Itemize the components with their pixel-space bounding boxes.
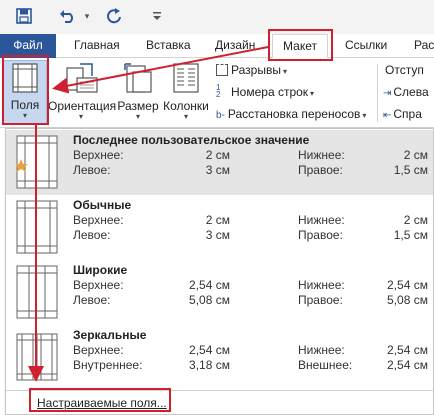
redo-icon[interactable] [105,6,125,26]
indent-right-icon: ⇤ [383,110,392,121]
breaks-chevron-down-icon: ▾ [282,67,287,76]
top-value: 2,54 см [189,278,230,292]
top-label: Верхнее: [73,278,124,292]
indent-left-label: Слева [393,85,429,99]
customize-icon[interactable] [150,6,164,26]
bottom-value: 2 см [403,213,428,227]
margin-option-normal[interactable]: Обычные Верхнее: 2 см Нижнее: 2 см Левое… [6,195,433,260]
bottom-label: Нижнее: [298,213,345,227]
line-numbers-chevron-down-icon: ▾ [310,89,315,98]
group-divider [377,64,378,122]
annotation-box-layout-tab [268,29,333,61]
orientation-label: Ориентация [48,99,117,113]
margins-dropdown: Последнее пользовательское значение Верх… [5,128,434,415]
undo-dropdown-icon[interactable]: ▾ [81,6,93,26]
columns-chevron-down-icon: ▾ [183,112,188,121]
margin-option-last-custom[interactable]: Последнее пользовательское значение Верх… [6,130,433,195]
top-label: Верхнее: [73,343,124,357]
inside-label: Внутреннее: [73,358,143,372]
breaks-icon [216,64,228,76]
hyphenation-icon: b- [216,110,225,121]
right-value: 5,08 см [387,293,428,307]
tab-insert[interactable]: Вставка [138,34,199,58]
ribbon-layout: Поля ▾ Ориентация ▾ Размер ▾ Колонки ▾ Р… [0,58,434,128]
left-value: 5,08 см [189,293,230,307]
line-numbers-label: Номера строк [231,85,309,99]
undo-icon[interactable] [58,6,78,26]
right-label: Правое: [298,163,343,177]
size-chevron-down-icon: ▾ [135,112,140,121]
indent-header: Отступ [385,63,424,77]
hyphenation-chevron-down-icon: ▾ [362,111,367,120]
size-icon [124,63,152,93]
orientation-icon [66,63,98,93]
bottom-label: Нижнее: [298,278,345,292]
left-value: 3 см [205,228,230,242]
indent-right-field[interactable]: ⇤ Спра [383,104,422,124]
quick-access-toolbar: ▾ [0,0,434,34]
page-margins-normal-icon [16,200,58,254]
size-label: Размер [117,99,159,113]
tab-mailings[interactable]: Расс [406,34,434,58]
annotation-box-custom-margins [29,388,171,412]
line-numbers-icon: 12 [216,83,221,99]
bottom-value: 2 см [403,148,428,162]
top-value: 2,54 см [189,343,230,357]
size-button[interactable]: Размер ▾ [116,60,160,124]
indent-left-icon: ⇥ [383,88,392,99]
tab-references[interactable]: Ссылки [337,34,395,58]
hyphenation-button[interactable]: b- Расстановка переносов ▾ [216,104,366,124]
margin-option-wide[interactable]: Широкие Верхнее: 2,54 см Нижнее: 2,54 см… [6,260,433,325]
columns-button[interactable]: Колонки ▾ [161,60,211,124]
page-margins-custom-icon [16,135,58,189]
inside-value: 3,18 см [189,358,230,372]
margin-option-mirrored[interactable]: Зеркальные Верхнее: 2,54 см Нижнее: 2,54… [6,325,433,390]
bottom-value: 2,54 см [387,343,428,357]
page-margins-mirrored-icon [16,333,58,381]
bottom-label: Нижнее: [298,148,345,162]
top-value: 2 см [205,148,230,162]
orientation-button[interactable]: Ориентация ▾ [48,60,117,124]
ribbon-tabs: Файл Главная Вставка Дизайн Макет Ссылки… [0,34,434,58]
left-label: Левое: [73,228,111,242]
left-label: Левое: [73,163,111,177]
line-numbers-button[interactable]: 1 2 Номера строк ▾ [216,82,314,102]
annotation-box-margins-button [2,55,49,125]
top-label: Верхнее: [73,148,124,162]
top-label: Верхнее: [73,213,124,227]
right-value: 1,5 см [393,228,428,242]
columns-icon [173,63,199,93]
indent-right-label: Спра [393,107,422,121]
hyphenation-label: Расстановка переносов [227,107,361,121]
tab-home[interactable]: Главная [66,34,128,58]
outside-label: Внешнее: [298,358,353,372]
right-label: Правое: [298,228,343,242]
page-margins-wide-icon [16,265,58,319]
option-title: Широкие [73,263,128,277]
option-title: Последнее пользовательское значение [73,133,310,147]
right-label: Правое: [298,293,343,307]
option-title: Зеркальные [73,328,147,342]
option-title: Обычные [73,198,132,212]
top-value: 2 см [205,213,230,227]
breaks-label: Разрывы [231,63,281,77]
orientation-chevron-down-icon: ▾ [78,112,83,121]
columns-label: Колонки [163,99,209,113]
left-label: Левое: [73,293,111,307]
bottom-value: 2,54 см [387,278,428,292]
left-value: 3 см [205,163,230,177]
save-icon[interactable] [14,6,34,26]
bottom-label: Нижнее: [298,343,345,357]
outside-value: 2,54 см [387,358,428,372]
right-value: 1,5 см [393,163,428,177]
tab-design[interactable]: Дизайн [207,34,263,58]
breaks-button[interactable]: Разрывы ▾ [216,60,287,80]
indent-left-field[interactable]: ⇥ Слева [383,82,429,102]
